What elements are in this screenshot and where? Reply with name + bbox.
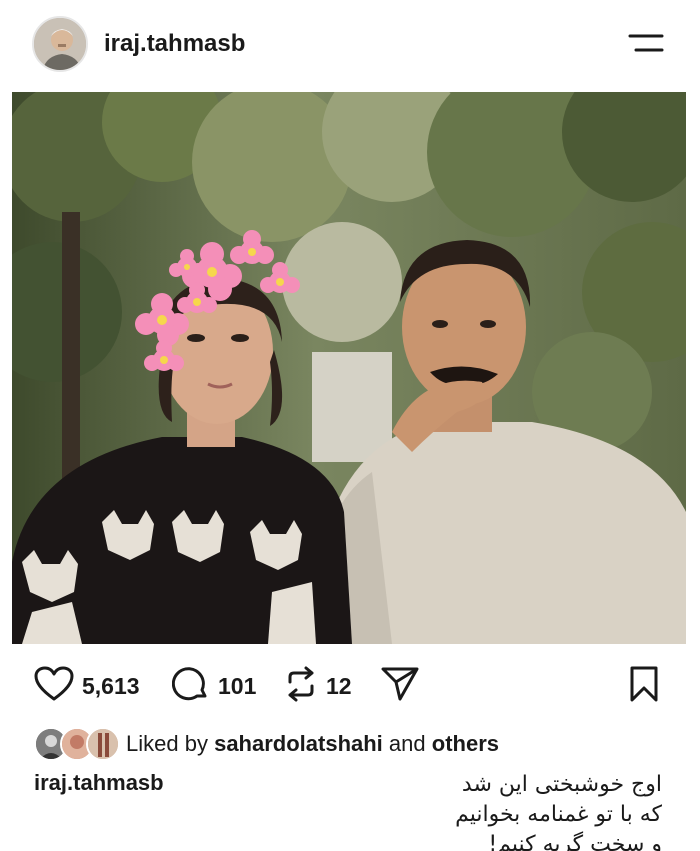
share-button[interactable]	[380, 666, 420, 706]
profile-avatar[interactable]	[32, 16, 88, 72]
comment-icon	[171, 665, 210, 708]
caption-line: و سخت گریه کنیم!	[488, 832, 662, 851]
post-photo[interactable]	[12, 92, 686, 644]
caption-text: اوج خوشبختی این شد که با تو غمنامه بخوان…	[332, 770, 662, 851]
action-bar: 5,613 101 12	[0, 660, 700, 712]
liked-by-text: Liked by sahardolatshahi and others	[126, 731, 499, 757]
liked-by-others[interactable]: others	[432, 731, 499, 756]
liked-by-user[interactable]: sahardolatshahi	[214, 731, 383, 756]
liked-by-row[interactable]: Liked by sahardolatshahi and others	[34, 727, 499, 761]
menu-icon[interactable]	[626, 30, 666, 58]
liked-by-and: and	[388, 731, 426, 756]
reposts-count: 12	[326, 672, 352, 699]
caption-line: که با تو غمنامه بخوانیم	[455, 802, 662, 827]
comment-button[interactable]: 101	[171, 665, 257, 708]
post-header: iraj.tahmasb	[0, 0, 700, 92]
comments-count: 101	[218, 672, 257, 699]
liker-avatars	[34, 727, 120, 761]
liker-avatar	[86, 727, 120, 761]
repost-icon	[284, 666, 318, 707]
heart-icon	[34, 666, 74, 707]
like-button[interactable]: 5,613	[34, 666, 140, 706]
post-username[interactable]: iraj.tahmasb	[104, 30, 245, 58]
bookmark-icon	[628, 665, 660, 708]
bookmark-button[interactable]	[628, 666, 660, 706]
caption-username[interactable]: iraj.tahmasb	[34, 770, 164, 796]
liked-by-prefix: Liked by	[126, 731, 208, 756]
likes-count: 5,613	[82, 672, 140, 699]
caption-line: اوج خوشبختی این شد	[461, 772, 662, 797]
share-icon	[380, 665, 420, 708]
repost-button[interactable]: 12	[284, 666, 352, 706]
